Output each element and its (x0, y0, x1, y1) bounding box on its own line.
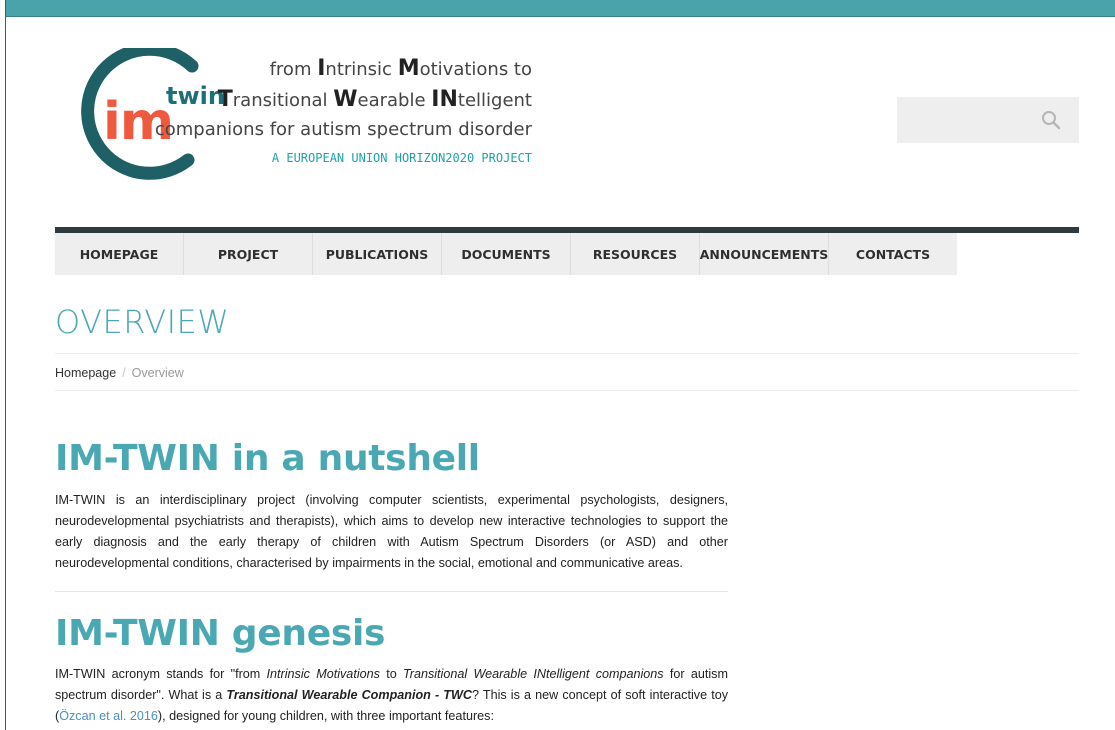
nav-item-project[interactable]: PROJECT (184, 233, 313, 275)
logo-tagline-line1: from Intrinsic Motivations to (269, 56, 532, 81)
search-icon[interactable] (1041, 110, 1061, 130)
breadcrumb-separator: / (122, 366, 126, 380)
section-text-genesis: IM-TWIN acronym stands for "from Intrins… (55, 667, 729, 723)
nav-item-resources[interactable]: RESOURCES (571, 233, 700, 275)
site-logo[interactable]: im twin from Intrinsic Motivations to Tr… (70, 48, 550, 188)
top-accent-bar (6, 0, 1115, 16)
breadcrumb: Homepage / Overview (55, 366, 184, 380)
divider (55, 390, 1079, 391)
nav-item-publications[interactable]: PUBLICATIONS (313, 233, 442, 275)
section-heading-genesis: IM-TWIN genesis (55, 613, 386, 654)
section-heading-nutshell: IM-TWIN in a nutshell (55, 438, 480, 479)
nav-item-contacts[interactable]: CONTACTS (829, 233, 957, 275)
section-text-nutshell: IM-TWIN is an interdisciplinary project … (55, 493, 728, 570)
top-accent-line (6, 16, 1115, 17)
search-box (897, 97, 1079, 143)
page-title: OVERVIEW (55, 303, 230, 341)
window-left-border (5, 0, 6, 730)
main-nav: HOMEPAGE PROJECT PUBLICATIONS DOCUMENTS … (55, 233, 957, 275)
logo-tagline-line3: companions for autism spectrum disorder (154, 119, 532, 140)
nav-item-homepage[interactable]: HOMEPAGE (55, 233, 184, 275)
logo-eu-project-label: A EUROPEAN UNION HORIZON2020 PROJECT (271, 151, 532, 165)
divider (55, 353, 1079, 354)
breadcrumb-current: Overview (131, 366, 184, 380)
divider (55, 591, 728, 592)
breadcrumb-home-link[interactable]: Homepage (55, 366, 116, 380)
nav-item-documents[interactable]: DOCUMENTS (442, 233, 571, 275)
nav-item-announcements[interactable]: ANNOUNCEMENTS (700, 233, 829, 275)
citation-link[interactable]: Özcan et al. 2016 (59, 709, 158, 723)
search-input[interactable] (897, 97, 1057, 143)
logo-tagline-line2: Transitional Wearable INtelligent (217, 87, 532, 112)
logo-twin-text: twin (166, 82, 225, 110)
